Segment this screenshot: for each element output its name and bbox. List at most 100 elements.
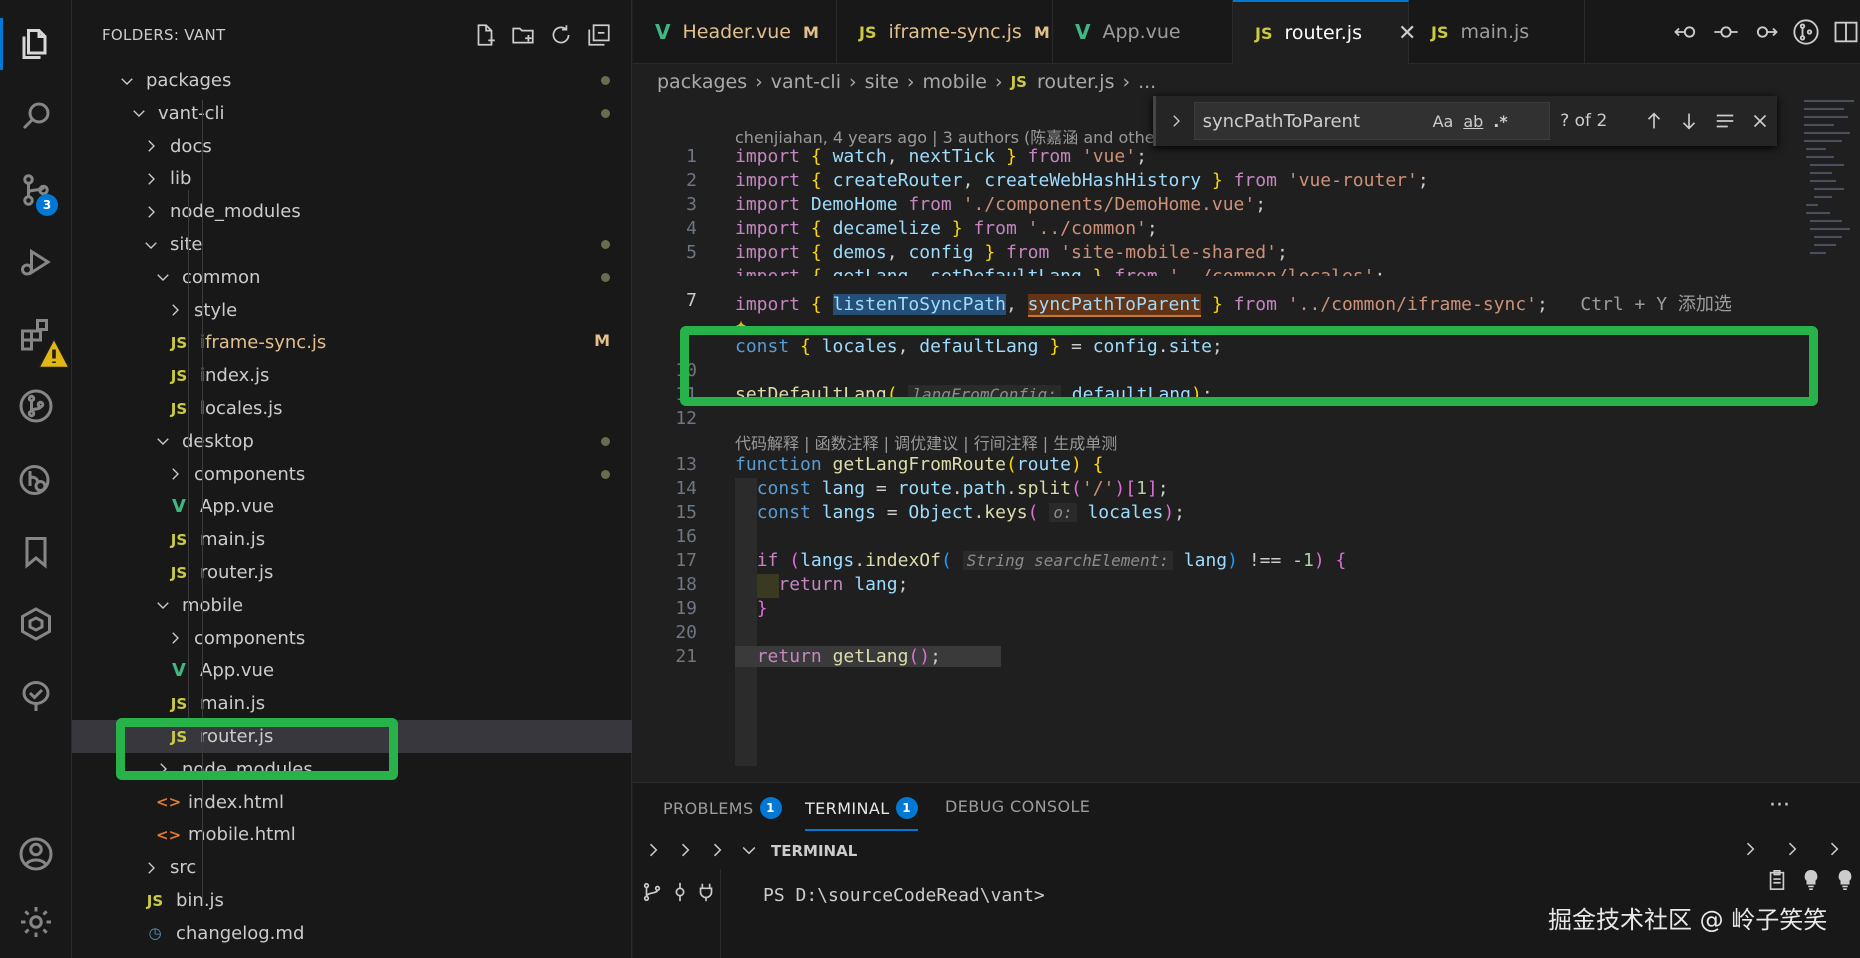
tree-folder[interactable]: src xyxy=(72,851,632,884)
code-editor[interactable]: chenjiahan, 4 years ago | 3 authors (陈嘉涵… xyxy=(633,100,1800,780)
tab-header-vue[interactable]: V Header.vue M xyxy=(633,0,837,64)
previous-match-button[interactable] xyxy=(1637,104,1670,138)
find-input[interactable] xyxy=(1202,110,1423,132)
refresh-explorer-button[interactable] xyxy=(548,22,574,48)
tree-file[interactable]: JS router.js xyxy=(72,556,632,589)
tree-file[interactable]: JS router.js xyxy=(72,720,632,753)
git-commit-icon xyxy=(675,882,685,902)
clipboard-button[interactable] xyxy=(1766,869,1788,895)
tree-folder[interactable]: site xyxy=(72,228,632,261)
breadcrumb-part[interactable]: mobile xyxy=(923,71,987,93)
ai-codelens[interactable]: 代码解释 | 函数注释 | 调优建议 | 行间注释 | 生成单测 xyxy=(735,430,1117,454)
chevron-right-icon[interactable] xyxy=(643,840,665,862)
tree-folder[interactable]: style xyxy=(72,294,632,327)
panel-more-button[interactable]: ··· xyxy=(1769,793,1790,818)
js-file-icon: JS xyxy=(170,530,188,549)
tree-file[interactable]: JS bin.js xyxy=(72,884,632,917)
collapse-folders-button[interactable] xyxy=(586,22,612,48)
tree-folder[interactable]: mobile xyxy=(72,589,632,622)
git-graph-activity[interactable] xyxy=(0,374,72,438)
chevron-right-icon[interactable] xyxy=(675,840,697,862)
match-whole-word-toggle[interactable]: ab xyxy=(1463,112,1483,131)
branch-tool-button[interactable] xyxy=(641,881,665,905)
tree-file[interactable]: JS index.js xyxy=(72,359,632,392)
tree-folder[interactable]: lib xyxy=(72,162,632,195)
tree-item-label: components xyxy=(194,627,306,649)
new-folder-button[interactable] xyxy=(510,22,536,48)
tab-iframe-sync-js[interactable]: JS iframe-sync.js M xyxy=(837,0,1053,64)
blame-codelens[interactable]: chenjiahan, 4 years ago | 3 authors (陈嘉涵… xyxy=(735,124,1176,148)
timeline-button[interactable] xyxy=(1712,18,1740,46)
tree-file[interactable]: JS main.js xyxy=(72,523,632,556)
breadcrumb-file[interactable]: router.js xyxy=(1037,71,1114,93)
tree-file[interactable]: V App.vue xyxy=(72,654,632,687)
tree-folder[interactable]: components xyxy=(72,458,632,491)
tab-terminal[interactable]: TERMINAL 1 xyxy=(805,797,918,831)
tree-folder[interactable]: common xyxy=(72,261,632,294)
remote-explorer-activity[interactable] xyxy=(0,664,72,728)
terminal-prompt[interactable]: PS D:\sourceCodeRead\vant> xyxy=(763,885,1045,906)
tree-folder[interactable]: components xyxy=(72,622,632,655)
search-activity[interactable] xyxy=(0,84,72,148)
tree-file[interactable]: <> index.html xyxy=(72,786,632,819)
go-forward-button[interactable] xyxy=(1752,18,1780,46)
tab-debug-console[interactable]: DEBUG CONSOLE xyxy=(945,797,1090,816)
chevron-right-icon[interactable] xyxy=(1740,839,1762,861)
tree-folder[interactable]: node_modules xyxy=(72,753,632,786)
modified-indicator: M xyxy=(594,331,610,351)
breadcrumb-symbols[interactable]: ... xyxy=(1138,71,1156,93)
chevron-right-icon[interactable] xyxy=(707,840,729,862)
tree-file[interactable]: V App.vue xyxy=(72,490,632,523)
git-compare-button[interactable] xyxy=(1792,18,1820,46)
breadcrumb-part[interactable]: site xyxy=(865,71,899,93)
tree-file[interactable]: JS iframe-sync.js M xyxy=(72,326,632,359)
commit-tool-button[interactable] xyxy=(669,881,693,905)
minimap-line xyxy=(1806,156,1834,158)
split-editor-button[interactable] xyxy=(1832,18,1860,46)
lightbulb-button-2[interactable] xyxy=(1834,869,1856,895)
chevron-right-icon[interactable] xyxy=(1824,839,1846,861)
next-match-button[interactable] xyxy=(1673,104,1706,138)
chevron-right-icon[interactable] xyxy=(1782,839,1804,861)
bookmarks-activity[interactable] xyxy=(0,520,72,584)
extensions-activity[interactable] xyxy=(0,302,72,369)
new-file-button[interactable] xyxy=(472,22,498,48)
tree-file[interactable]: ◷ changelog.md xyxy=(72,917,632,950)
tab-router-js[interactable]: JS router.js ✕ xyxy=(1233,0,1416,64)
chevron-down-icon[interactable] xyxy=(739,840,761,862)
tree-file[interactable]: <> mobile.html xyxy=(72,818,632,851)
minimap[interactable] xyxy=(1800,96,1860,776)
js-file-icon: JS xyxy=(1431,22,1449,42)
tab-main-js[interactable]: JS main.js xyxy=(1409,0,1585,64)
tab-app-vue[interactable]: V App.vue xyxy=(1053,0,1233,64)
find-in-selection-button[interactable] xyxy=(1708,104,1741,138)
regex-toggle[interactable]: .* xyxy=(1493,112,1507,131)
tab-debug-console-label: DEBUG CONSOLE xyxy=(945,797,1091,816)
toggle-replace-button[interactable] xyxy=(1162,107,1190,135)
tab-problems[interactable]: PROBLEMS 1 xyxy=(663,797,782,819)
lightbulb-sparkle-icon[interactable]: ✦ xyxy=(735,312,747,336)
close-find-button[interactable] xyxy=(1744,104,1777,138)
match-case-toggle[interactable]: Aa xyxy=(1433,112,1454,131)
go-back-button[interactable] xyxy=(1672,18,1700,46)
tree-folder[interactable]: vant-cli xyxy=(72,97,632,130)
source-control-activity[interactable]: 3 xyxy=(0,158,72,222)
tree-file[interactable]: JS locales.js xyxy=(72,392,632,425)
tree-folder[interactable]: node_modules xyxy=(72,195,632,228)
lightbulb-button[interactable] xyxy=(1800,869,1822,895)
tree-folder[interactable]: docs xyxy=(72,130,632,163)
codegeex-activity[interactable] xyxy=(0,592,72,656)
explorer-activity[interactable] xyxy=(0,12,72,76)
inlay-hint: String searchElement: xyxy=(962,551,1173,570)
manage-activity[interactable] xyxy=(0,890,72,954)
plug-tool-button[interactable] xyxy=(695,881,719,905)
gitlens-activity[interactable] xyxy=(0,448,72,512)
js-file-icon: JS xyxy=(170,333,188,352)
tree-folder[interactable]: desktop xyxy=(72,425,632,458)
tree-folder[interactable]: packages xyxy=(72,64,632,97)
breadcrumb-part[interactable]: vant-cli xyxy=(771,71,841,93)
run-debug-activity[interactable] xyxy=(0,230,72,294)
breadcrumb-part[interactable]: packages xyxy=(657,71,747,93)
accounts-activity[interactable] xyxy=(0,822,72,886)
tree-file[interactable]: JS main.js xyxy=(72,687,632,720)
